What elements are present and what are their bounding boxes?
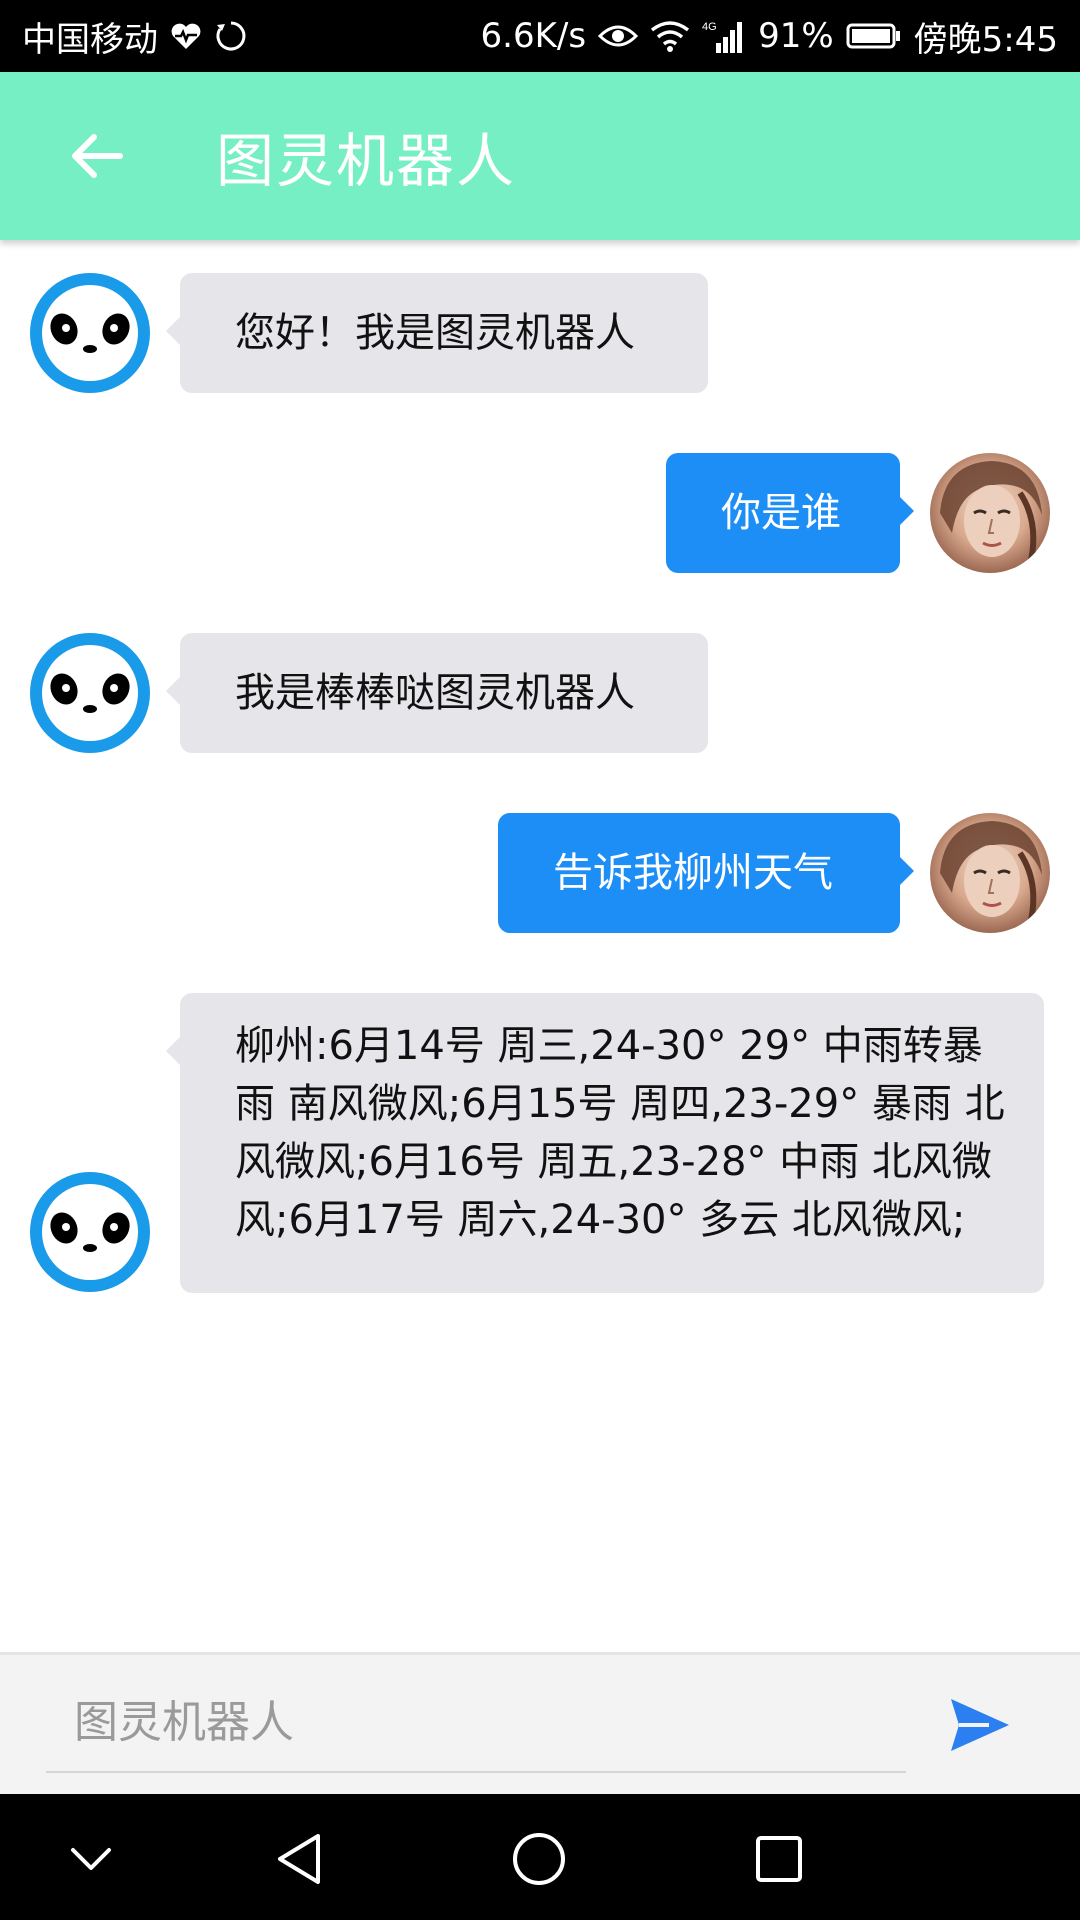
bot-message: 您好！我是图灵机器人	[0, 240, 1080, 393]
message-text-line: 风;6月17号 周六,24-30° 多云 北风微风;	[235, 1197, 966, 1243]
user-avatar	[930, 453, 1050, 573]
portrait-icon	[940, 821, 1042, 926]
message-input[interactable]	[46, 1673, 906, 1773]
user-message: 你是谁	[0, 420, 1080, 573]
bot-message: 我是棒棒哒图灵机器人	[0, 600, 1080, 753]
heartbeat-icon	[170, 21, 202, 51]
message-text: 您好！我是图灵机器人	[235, 310, 635, 356]
robot-avatar	[30, 1172, 150, 1292]
battery-icon	[846, 22, 902, 50]
back-button[interactable]	[46, 106, 146, 206]
hide-nav-button[interactable]	[56, 1824, 126, 1894]
nav-recents-button[interactable]	[744, 1824, 814, 1894]
back-triangle-icon	[278, 1834, 320, 1884]
message-text: 我是棒棒哒图灵机器人	[235, 670, 635, 716]
send-button[interactable]	[940, 1685, 1020, 1765]
input-bar	[0, 1652, 1080, 1794]
panda-icon	[42, 1184, 138, 1280]
status-right: 6.6K/s 4G 91% 傍晚5:45	[481, 12, 1058, 61]
svg-text:4G: 4G	[702, 21, 717, 33]
home-circle-icon	[513, 1833, 565, 1885]
sync-icon	[214, 19, 248, 53]
arrow-left-icon	[72, 134, 123, 178]
portrait-icon	[940, 461, 1042, 566]
message-text-line: 雨 南风微风;6月15号 周四,23-29° 暴雨 北	[235, 1081, 1005, 1127]
panda-icon	[42, 645, 138, 741]
battery-percent: 91%	[758, 16, 834, 56]
bot-message: 柳州:6月14号 周三,24-30° 29° 中雨转暴 雨 南风微风;6月15号…	[0, 960, 1080, 1293]
chat-screen: 中国移动 6.6K/s 4G 91% 傍晚5:45 图灵机器人 您好！我是图灵机…	[0, 0, 1080, 1920]
recents-square-icon	[756, 1836, 802, 1882]
nav-home-button[interactable]	[504, 1824, 574, 1894]
message-bubble: 柳州:6月14号 周三,24-30° 29° 中雨转暴 雨 南风微风;6月15号…	[166, 993, 1044, 1293]
chevron-down-icon	[71, 1848, 111, 1870]
system-nav-bar	[0, 1794, 1080, 1920]
carrier-label: 中国移动	[22, 19, 158, 60]
eye-icon	[598, 22, 639, 50]
user-message: 告诉我柳州天气	[0, 780, 1080, 933]
clock-time: 傍晚5:45	[913, 19, 1058, 60]
page-title: 图灵机器人	[216, 127, 517, 195]
robot-avatar	[30, 273, 150, 393]
signal-icon: 4G	[702, 19, 746, 53]
message-list[interactable]: 您好！我是图灵机器人 你是谁 我是棒棒哒图灵机器人 告诉我柳州天气 柳州:6月1…	[0, 240, 1080, 1652]
app-bar: 图灵机器人	[0, 72, 1080, 240]
robot-avatar	[30, 633, 150, 753]
network-speed: 6.6K/s	[480, 16, 587, 56]
message-bubble: 告诉我柳州天气	[498, 813, 914, 933]
message-text: 告诉我柳州天气	[553, 850, 833, 896]
status-left: 中国移动	[22, 12, 248, 61]
panda-icon	[42, 285, 138, 381]
message-text-line: 风微风;6月16号 周五,23-28° 中雨 北风微	[235, 1139, 992, 1185]
message-bubble: 您好！我是图灵机器人	[166, 273, 708, 393]
send-icon	[951, 1699, 1009, 1751]
status-bar: 中国移动 6.6K/s 4G 91% 傍晚5:45	[0, 0, 1080, 72]
message-bubble: 你是谁	[666, 453, 914, 573]
message-bubble: 我是棒棒哒图灵机器人	[166, 633, 708, 753]
message-text: 你是谁	[721, 490, 841, 536]
nav-back-button[interactable]	[264, 1824, 334, 1894]
wifi-icon	[650, 20, 690, 52]
message-text-line: 柳州:6月14号 周三,24-30° 29° 中雨转暴	[235, 1023, 983, 1069]
user-avatar	[930, 813, 1050, 933]
